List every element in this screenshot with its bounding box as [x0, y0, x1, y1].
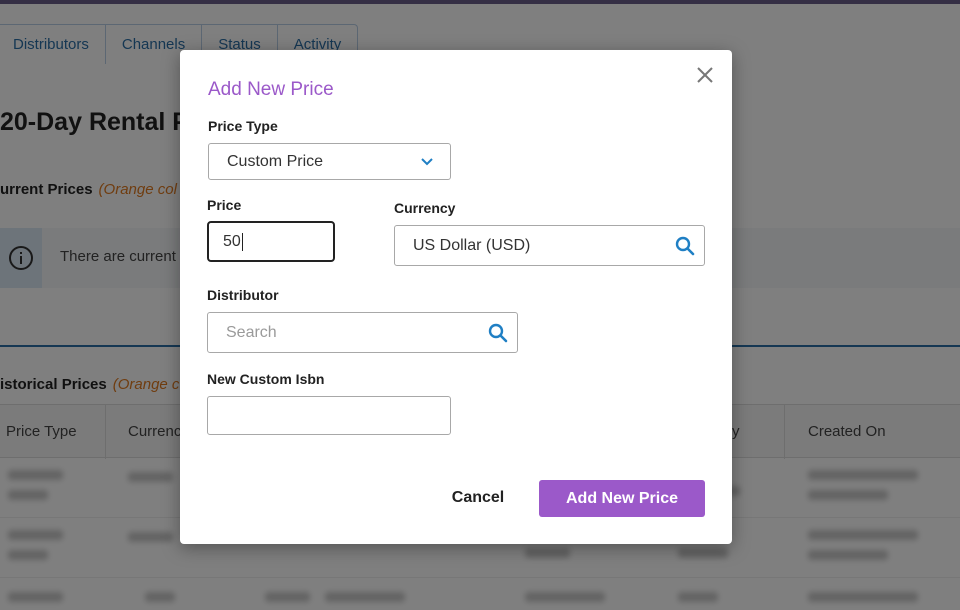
- text-caret: [241, 232, 243, 251]
- currency-label: Currency: [394, 200, 456, 216]
- distributor-placeholder: Search: [226, 323, 277, 341]
- price-type-value: Custom Price: [227, 152, 324, 170]
- price-type-select[interactable]: Custom Price: [208, 143, 451, 180]
- currency-field[interactable]: US Dollar (USD): [394, 225, 705, 266]
- price-type-label: Price Type: [208, 118, 278, 134]
- chevron-down-icon: [420, 155, 434, 169]
- price-input[interactable]: 50: [207, 221, 335, 262]
- price-label: Price: [207, 197, 242, 213]
- search-icon[interactable]: [488, 323, 508, 343]
- cancel-button[interactable]: Cancel: [444, 480, 512, 516]
- add-price-dialog: Add New Price Price Type Custom Price Pr…: [180, 50, 732, 544]
- dialog-title: Add New Price: [208, 79, 334, 100]
- distributor-search-field[interactable]: Search: [207, 312, 518, 353]
- custom-isbn-label: New Custom Isbn: [207, 371, 325, 387]
- close-icon[interactable]: [694, 64, 716, 86]
- price-value: 50: [223, 232, 241, 250]
- distributor-label: Distributor: [207, 287, 279, 303]
- add-new-price-button[interactable]: Add New Price: [539, 480, 705, 517]
- search-icon[interactable]: [675, 236, 695, 256]
- custom-isbn-input[interactable]: [207, 396, 451, 435]
- currency-value: US Dollar (USD): [413, 236, 531, 254]
